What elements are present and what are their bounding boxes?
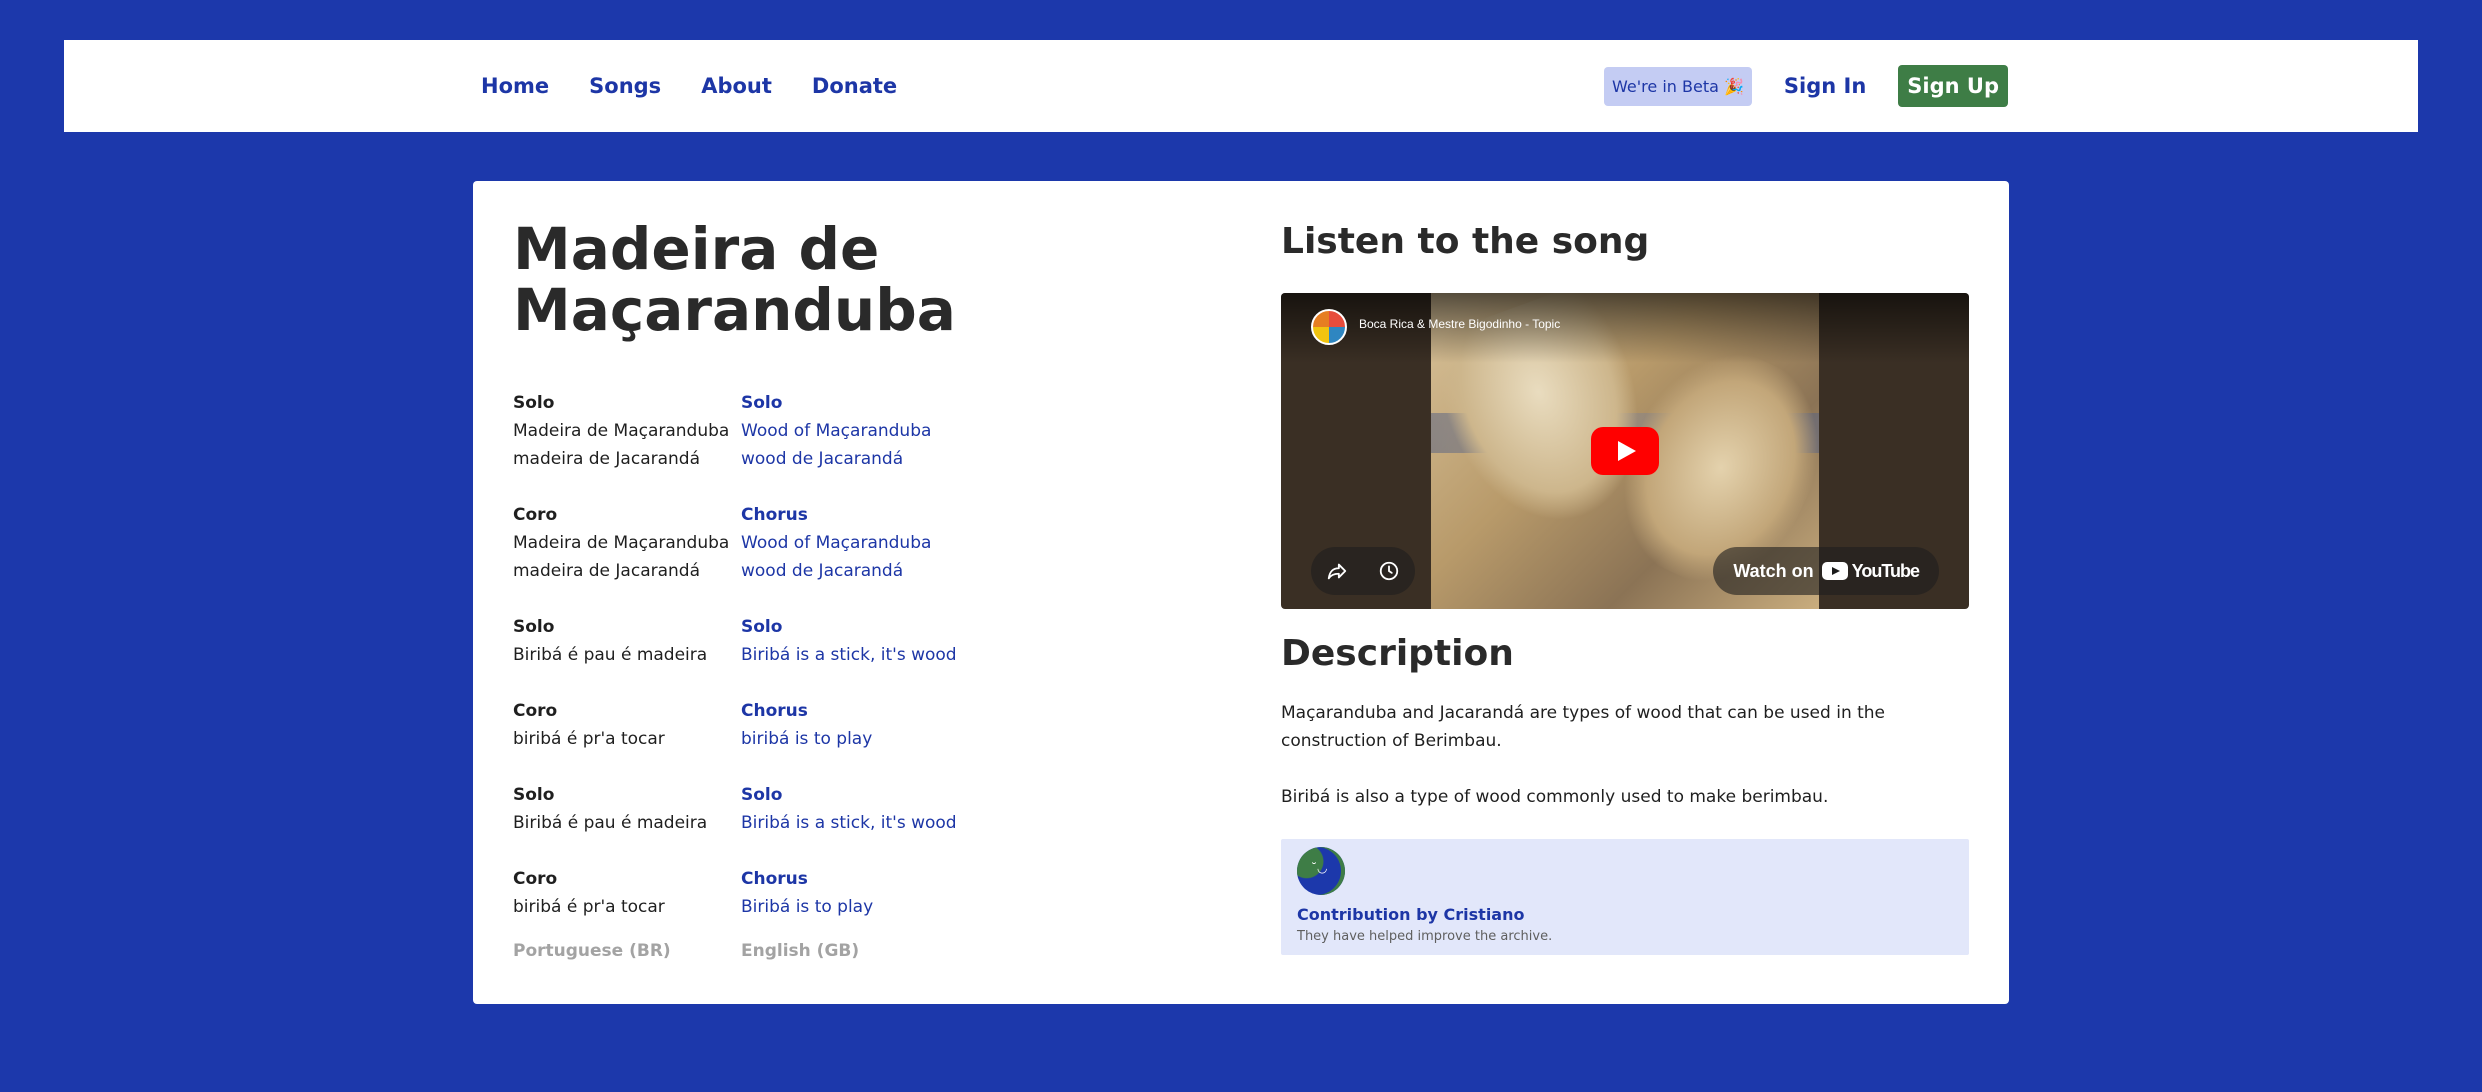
stanza-label-en: Solo bbox=[741, 617, 783, 637]
sign-up-button[interactable]: Sign Up bbox=[1898, 65, 2008, 107]
contribution-box: ˘◡ Contribution by Cristiano They have h… bbox=[1281, 839, 1969, 955]
english-column: Chorus biribá is to play bbox=[741, 697, 1041, 753]
language-label-english[interactable]: English (GB) bbox=[741, 937, 859, 965]
stanza-label-pt: Solo bbox=[513, 393, 555, 413]
video-quick-actions bbox=[1311, 547, 1415, 595]
english-column: Solo Wood of Maçaranduba wood de Jacaran… bbox=[741, 389, 1041, 473]
english-column: Chorus Biribá is to play bbox=[741, 865, 1041, 921]
avatar[interactable]: ˘◡ bbox=[1297, 847, 1345, 895]
play-icon[interactable] bbox=[1591, 427, 1659, 475]
lyric-line-en: Biribá is a stick, it's wood bbox=[741, 645, 957, 665]
portuguese-column: Solo Madeira de Maçaranduba madeira de J… bbox=[513, 389, 741, 473]
nav-link-home[interactable]: Home bbox=[481, 74, 549, 98]
lyric-line-en: Biribá is a stick, it's wood bbox=[741, 813, 957, 833]
description-text: Maçaranduba and Jacarandá are types of w… bbox=[1281, 699, 1921, 811]
description-paragraph: Biribá is also a type of wood commonly u… bbox=[1281, 787, 1829, 807]
contribution-title[interactable]: Contribution by Cristiano bbox=[1297, 905, 1524, 924]
clock-icon[interactable] bbox=[1375, 557, 1403, 585]
stanza-label-pt: Solo bbox=[513, 617, 555, 637]
lyric-line-en: wood de Jacarandá bbox=[741, 561, 904, 581]
lyric-line-pt: madeira de Jacarandá bbox=[513, 449, 700, 469]
stanza-label-pt: Coro bbox=[513, 505, 558, 525]
stanza-label-en: Chorus bbox=[741, 505, 808, 525]
description-paragraph: Maçaranduba and Jacarandá are types of w… bbox=[1281, 703, 1886, 751]
song-card: Madeira de Maçaranduba Solo Madeira de M… bbox=[473, 181, 2009, 1004]
stanza-label-pt: Solo bbox=[513, 785, 555, 805]
listen-heading: Listen to the song bbox=[1281, 221, 1650, 262]
watch-on-youtube-button[interactable]: Watch on YouTube bbox=[1713, 547, 1939, 595]
nav-link-about[interactable]: About bbox=[701, 74, 772, 98]
stanza-label-en: Solo bbox=[741, 785, 783, 805]
stanza-label-pt: Coro bbox=[513, 701, 558, 721]
language-label-portuguese[interactable]: Portuguese (BR) bbox=[513, 937, 741, 965]
language-labels: Portuguese (BR) English (GB) bbox=[513, 937, 1113, 965]
youtube-logo-icon bbox=[1821, 562, 1848, 580]
lyric-line-en: Wood of Maçaranduba bbox=[741, 533, 932, 553]
top-navigation-bar: Home Songs About Donate We're in Beta 🎉 … bbox=[64, 40, 2418, 132]
lyric-line-en: Wood of Maçaranduba bbox=[741, 421, 932, 441]
lyric-line-pt: Biribá é pau é madeira bbox=[513, 813, 708, 833]
lyric-line-pt: biribá é pr'a tocar bbox=[513, 897, 665, 917]
lyric-line-en: biribá is to play bbox=[741, 729, 873, 749]
share-icon[interactable] bbox=[1323, 557, 1351, 585]
portuguese-column: Coro biribá é pr'a tocar bbox=[513, 697, 741, 753]
portuguese-column: Solo Biribá é pau é madeira bbox=[513, 613, 741, 669]
lyric-line-pt: Madeira de Maçaranduba bbox=[513, 421, 730, 441]
lyric-line-pt: madeira de Jacarandá bbox=[513, 561, 700, 581]
media-column: Listen to the song Boca Rica & Mestre Bi… bbox=[1281, 219, 1969, 839]
youtube-wordmark: YouTube bbox=[1851, 560, 1920, 581]
watch-on-label: Watch on bbox=[1733, 560, 1814, 581]
lyrics-stanza: Coro biribá é pr'a tocar Chorus Biribá i… bbox=[513, 865, 1113, 921]
portuguese-column: Solo Biribá é pau é madeira bbox=[513, 781, 741, 837]
description-heading: Description bbox=[1281, 633, 1514, 674]
stanza-label-en: Chorus bbox=[741, 869, 808, 889]
english-column: Solo Biribá is a stick, it's wood bbox=[741, 781, 1041, 837]
english-column: Solo Biribá is a stick, it's wood bbox=[741, 613, 1041, 669]
lyric-line-pt: biribá é pr'a tocar bbox=[513, 729, 665, 749]
sign-in-link[interactable]: Sign In bbox=[1784, 74, 1866, 98]
nav-link-donate[interactable]: Donate bbox=[812, 74, 897, 98]
contribution-subtitle: They have helped improve the archive. bbox=[1297, 929, 1553, 944]
english-column: Chorus Wood of Maçaranduba wood de Jacar… bbox=[741, 501, 1041, 585]
beta-badge: We're in Beta 🎉 bbox=[1604, 66, 1752, 106]
youtube-video-embed[interactable]: Boca Rica & Mestre Bigodinho - Topic Wat… bbox=[1281, 293, 1969, 609]
portuguese-column: Coro biribá é pr'a tocar bbox=[513, 865, 741, 921]
lyrics-stanza: Solo Madeira de Maçaranduba madeira de J… bbox=[513, 389, 1113, 473]
lyrics-stanza: Coro biribá é pr'a tocar Chorus biribá i… bbox=[513, 697, 1113, 753]
song-title: Madeira de Maçaranduba bbox=[513, 215, 956, 344]
lyrics-stanza: Coro Madeira de Maçaranduba madeira de J… bbox=[513, 501, 1113, 585]
lyrics-stanza: Solo Biribá é pau é madeira Solo Biribá … bbox=[513, 781, 1113, 837]
stanza-label-en: Chorus bbox=[741, 701, 808, 721]
lyrics-section: Solo Madeira de Maçaranduba madeira de J… bbox=[513, 389, 1113, 965]
main-nav: Home Songs About Donate bbox=[481, 40, 897, 132]
lyric-line-pt: Biribá é pau é madeira bbox=[513, 645, 708, 665]
portuguese-column: Coro Madeira de Maçaranduba madeira de J… bbox=[513, 501, 741, 585]
lyric-line-pt: Madeira de Maçaranduba bbox=[513, 533, 730, 553]
lyric-line-en: wood de Jacarandá bbox=[741, 449, 904, 469]
lyrics-stanza: Solo Biribá é pau é madeira Solo Biribá … bbox=[513, 613, 1113, 669]
nav-link-songs[interactable]: Songs bbox=[589, 74, 661, 98]
stanza-label-pt: Coro bbox=[513, 869, 558, 889]
lyric-line-en: Biribá is to play bbox=[741, 897, 874, 917]
video-channel-title[interactable]: Boca Rica & Mestre Bigodinho - Topic bbox=[1359, 317, 1560, 331]
stanza-label-en: Solo bbox=[741, 393, 783, 413]
account-nav: We're in Beta 🎉 Sign In Sign Up bbox=[1604, 40, 2008, 132]
channel-avatar[interactable] bbox=[1311, 309, 1347, 345]
avatar-face-icon: ˘◡ bbox=[1311, 861, 1328, 875]
